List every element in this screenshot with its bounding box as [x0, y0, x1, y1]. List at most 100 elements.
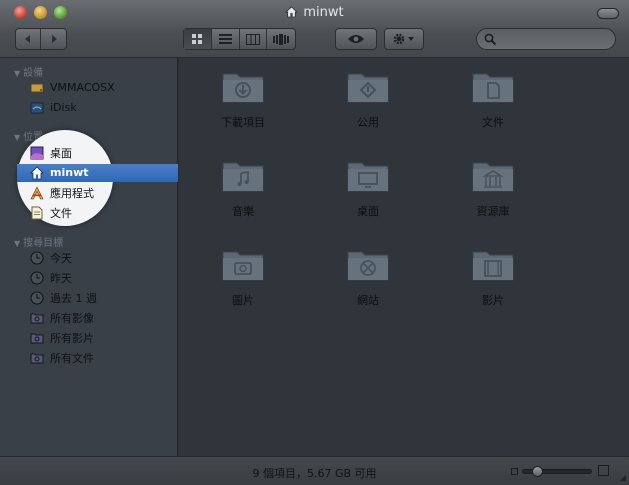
- sidebar-item-label: 所有影片: [50, 331, 94, 345]
- sidebar-section-devices[interactable]: ▼ 設備: [14, 64, 43, 79]
- clock-icon: [30, 271, 44, 284]
- sidebar-item-label: 桌面: [50, 146, 72, 160]
- content-area: 下載項目 公用 文件 音樂 桌面 資源庫 圖片 網站 影片: [179, 58, 629, 456]
- library-folder-icon: [472, 162, 514, 192]
- sidebar-section-searches[interactable]: ▼ 搜尋目標: [14, 234, 63, 249]
- folder-music[interactable]: 音樂: [203, 157, 283, 219]
- sidebar-item-label: 今天: [50, 251, 72, 265]
- disclosure-triangle-icon: ▼: [14, 133, 21, 142]
- sidebar-item-documents[interactable]: 文件: [30, 204, 72, 221]
- public-folder-icon: [347, 73, 389, 103]
- column-view-button[interactable]: [240, 29, 268, 49]
- sidebar-item-all-documents[interactable]: 所有文件: [30, 349, 94, 366]
- list-view-button[interactable]: [212, 29, 240, 49]
- smart-folder-icon: [30, 333, 44, 343]
- list-view-icon: [218, 33, 232, 44]
- sidebar-item-label: VMMACOSX: [50, 81, 115, 94]
- folder-public[interactable]: 公用: [328, 68, 408, 130]
- gear-icon: [393, 33, 414, 45]
- icon-view-icon: [191, 33, 202, 44]
- sidebar: ▼ 設備 VMMACOSX iDisk ▼ 位置 ▼ 搜尋目標 今天 昨天 過去 1 …: [0, 58, 178, 456]
- folder-label: 桌面: [357, 205, 379, 218]
- folder-label: 公用: [357, 116, 379, 129]
- quick-look-button[interactable]: [335, 28, 377, 50]
- coverflow-view-icon: [273, 33, 290, 45]
- status-bar: 9 個項目，5.67 GB 可用 ◢: [0, 456, 629, 485]
- large-icon-size-icon: [598, 465, 609, 476]
- folder-pictures[interactable]: 圖片: [203, 246, 283, 308]
- smart-folder-icon: [30, 313, 44, 323]
- search-field[interactable]: [476, 28, 616, 50]
- folder-movies[interactable]: 影片: [453, 246, 533, 308]
- clock-icon: [30, 291, 44, 304]
- folder-label: 網站: [357, 294, 379, 307]
- action-menu-cell: [385, 29, 423, 49]
- sidebar-item-label: 過去 1 週: [50, 291, 97, 305]
- idisk-icon: [30, 102, 44, 113]
- sidebar-item-label: 應用程式: [50, 186, 94, 200]
- folder-label: 下載項目: [221, 116, 265, 129]
- sidebar-section-heading: 設備: [23, 68, 44, 79]
- sidebar-item-desktop[interactable]: 桌面: [30, 144, 72, 161]
- toolbar-toggle-button[interactable]: [597, 8, 619, 19]
- eye-icon: [348, 35, 364, 43]
- finder-window: minwt ▼ 設備 VMMACOSX iDisk ▼ 位置 ▼ 搜尋目標 今天…: [0, 0, 629, 485]
- sidebar-item-past-week[interactable]: 過去 1 週: [30, 289, 97, 306]
- search-icon: [484, 33, 497, 46]
- icon-view-button[interactable]: [184, 29, 212, 49]
- clock-icon: [30, 251, 44, 264]
- small-icon-size-icon: [511, 468, 518, 475]
- movies-folder-icon: [472, 251, 514, 281]
- quick-look-cell: [336, 29, 376, 49]
- coverflow-view-button[interactable]: [267, 29, 295, 49]
- sidebar-item-all-movies[interactable]: 所有影片: [30, 329, 94, 346]
- sidebar-item-minwt[interactable]: minwt: [30, 164, 88, 181]
- folder-label: 文件: [482, 116, 504, 129]
- toolbar: minwt: [0, 0, 629, 58]
- folder-downloads[interactable]: 下載項目: [203, 68, 283, 130]
- desktop-folder-icon: [347, 162, 389, 192]
- sidebar-item-label: 所有影像: [50, 311, 94, 325]
- sidebar-item-yesterday[interactable]: 昨天: [30, 269, 72, 286]
- disclosure-triangle-icon: ▼: [14, 239, 21, 248]
- home-icon: [285, 6, 299, 18]
- back-arrow-icon: [25, 35, 30, 43]
- icon-size-slider[interactable]: [522, 466, 592, 477]
- desktop-icon: [30, 146, 44, 159]
- documents-folder-icon: [472, 73, 514, 103]
- back-forward-control: [15, 28, 67, 50]
- folder-label: 音樂: [232, 205, 254, 218]
- sidebar-item-label: iDisk: [50, 101, 77, 114]
- sidebar-item-label: 文件: [50, 206, 72, 220]
- sidebar-section-heading: 搜尋目標: [23, 238, 64, 249]
- window-title: minwt: [0, 5, 629, 20]
- view-mode-control: [183, 28, 296, 50]
- sidebar-item-label: minwt: [50, 166, 89, 179]
- back-button[interactable]: [16, 29, 41, 49]
- folder-desktop[interactable]: 桌面: [328, 157, 408, 219]
- folder-label: 影片: [482, 294, 504, 307]
- slider-knob[interactable]: [532, 466, 543, 477]
- action-menu-button[interactable]: [384, 28, 424, 50]
- documents-icon: [31, 206, 43, 219]
- folder-sites[interactable]: 網站: [328, 246, 408, 308]
- sidebar-item-all-images[interactable]: 所有影像: [30, 309, 94, 326]
- folder-library[interactable]: 資源庫: [453, 157, 533, 219]
- downloads-folder-icon: [222, 73, 264, 103]
- applications-icon: [30, 185, 44, 199]
- folder-label: 圖片: [232, 294, 254, 307]
- music-folder-icon: [222, 162, 264, 192]
- column-view-icon: [245, 33, 260, 45]
- sidebar-item-applications[interactable]: 應用程式: [30, 184, 94, 201]
- smart-folder-icon: [30, 353, 44, 363]
- hard-drive-icon: [30, 83, 44, 92]
- sidebar-item-idisk[interactable]: iDisk: [30, 99, 77, 116]
- resize-grip-icon[interactable]: ◢: [620, 473, 626, 482]
- sidebar-item-today[interactable]: 今天: [30, 249, 72, 266]
- pictures-folder-icon: [222, 251, 264, 281]
- folder-documents[interactable]: 文件: [453, 68, 533, 130]
- sidebar-item-vmmacosx[interactable]: VMMACOSX: [30, 79, 115, 96]
- forward-button[interactable]: [41, 29, 66, 49]
- window-title-text: minwt: [303, 5, 344, 20]
- sidebar-item-label: 昨天: [50, 271, 72, 285]
